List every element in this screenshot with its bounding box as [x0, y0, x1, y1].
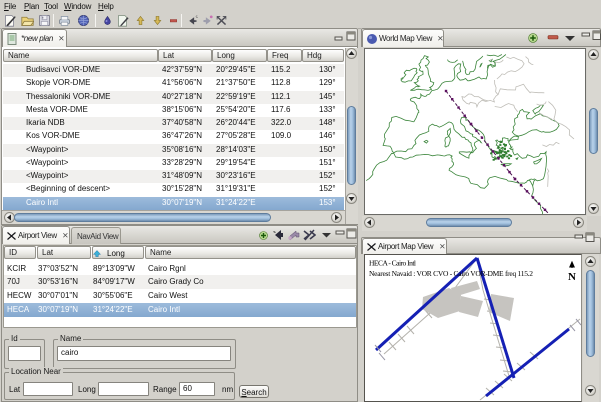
svg-text:N: N [568, 271, 576, 283]
svg-text:Nearest Navaid : VOR CVO - Cai: Nearest Navaid : VOR CVO - Cairo VOR-DME… [369, 269, 533, 278]
svg-text:HECA - Cairo Intl: HECA - Cairo Intl [369, 259, 416, 268]
